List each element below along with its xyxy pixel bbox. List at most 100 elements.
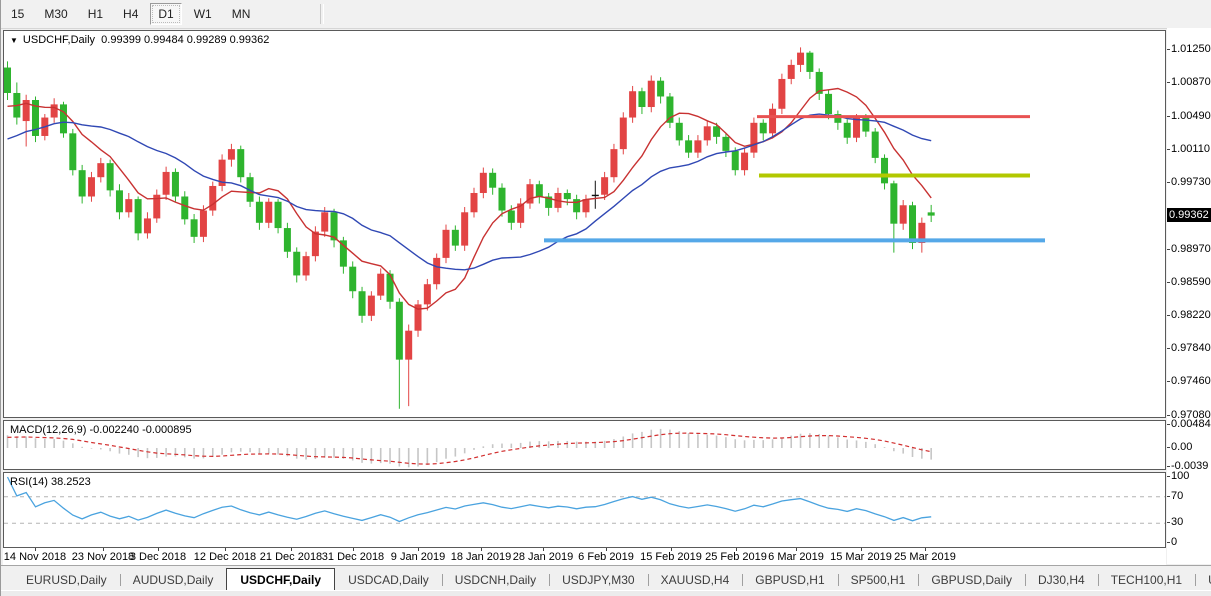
- candle: [209, 181, 217, 216]
- price-axis-label: 0.98220: [1167, 308, 1211, 321]
- tab-usdcnh-daily[interactable]: USDCNH,Daily: [441, 570, 549, 590]
- candle: [769, 103, 777, 139]
- timeframe-button-d1[interactable]: D1: [150, 3, 182, 25]
- price-axis-label: 1.00490: [1167, 109, 1211, 122]
- candle: [274, 199, 282, 234]
- candle: [115, 184, 123, 220]
- symbol-tab-bar: EURUSD,Daily AUDUSD,Daily USDCHF,Daily USDC…: [1, 565, 1211, 590]
- price-axis-label: 0.97840: [1167, 342, 1211, 355]
- date-axis-label: 25 Mar 2019: [894, 551, 956, 563]
- candle: [50, 98, 58, 123]
- candle: [69, 128, 77, 176]
- candle: [899, 200, 907, 230]
- timeframe-button-m30[interactable]: M30: [36, 3, 75, 25]
- tab-eurusd-daily[interactable]: EURUSD,Daily: [13, 570, 120, 590]
- ma-fast: [7, 87, 932, 310]
- candle: [638, 87, 646, 115]
- tab-tech100-h1[interactable]: TECH100,H1: [1097, 570, 1195, 590]
- candle: [414, 300, 422, 337]
- candle: [834, 110, 842, 130]
- candle: [134, 196, 142, 241]
- tab-gbpusd-h1[interactable]: GBPUSD,H1: [742, 570, 837, 590]
- timeframe-button-w1[interactable]: W1: [186, 3, 220, 25]
- tab-usdchf-daily[interactable]: USDCHF,Daily: [226, 568, 336, 590]
- price-axis-label: 1.00870: [1167, 76, 1211, 89]
- candle: [367, 291, 375, 322]
- tab-usdcad-daily[interactable]: USDCAD,Daily: [335, 570, 442, 590]
- candle: [517, 198, 525, 229]
- price-axis-label: 1.00110: [1167, 143, 1210, 155]
- candle: [358, 286, 366, 323]
- candle: [78, 164, 86, 204]
- candle: [405, 324, 413, 407]
- candle: [787, 59, 795, 85]
- chart-title: ▼ USDCHF,Daily 0.99399 0.99484 0.99289 0.…: [10, 34, 269, 46]
- tab-gbpusd-daily[interactable]: GBPUSD,Daily: [918, 570, 1025, 590]
- candle: [526, 178, 534, 209]
- candle: [881, 154, 889, 190]
- candle: [433, 253, 441, 290]
- candle: [162, 166, 170, 200]
- price-chart-panel[interactable]: ▼ USDCHF,Daily 0.99399 0.99484 0.99289 0.…: [3, 30, 1166, 418]
- macd-values: -0.002240 -0.000895: [89, 424, 192, 436]
- price-axis-label: 0.97460: [1167, 375, 1211, 388]
- date-axis[interactable]: 14 Nov 2018 23 Nov 2018 3 Dec 2018 12 Dec 2…: [3, 548, 1166, 565]
- timeframe-button-h4[interactable]: H4: [115, 3, 146, 25]
- candle: [759, 119, 767, 141]
- tab-xauusd-h4[interactable]: XAUUSD,H4: [647, 570, 743, 590]
- macd-axis-label: 0.00: [1166, 441, 1193, 453]
- candle: [377, 268, 385, 300]
- price-axis-label: 1.01250: [1167, 43, 1211, 55]
- candle: [190, 214, 198, 243]
- candle: [106, 159, 114, 197]
- candle: [843, 119, 851, 144]
- tab-dj30-h4[interactable]: DJ30,H4: [1025, 570, 1098, 590]
- macd-panel[interactable]: MACD(12,26,9) -0.002240 -0.000895: [3, 420, 1166, 470]
- candle: [255, 196, 263, 230]
- candle: [451, 225, 459, 251]
- candle: [470, 187, 478, 218]
- price-axis-label: 0.98590: [1167, 276, 1211, 289]
- rsi-axis-label: 70: [1166, 489, 1184, 502]
- candles-canvas[interactable]: [4, 31, 1165, 417]
- tab-sp500-h1[interactable]: SP500,H1: [837, 570, 919, 590]
- candle: [703, 121, 711, 146]
- candle: [778, 73, 786, 115]
- chevron-down-icon[interactable]: ▼: [10, 36, 18, 45]
- ma-slow: [7, 113, 932, 271]
- tab-ukc[interactable]: UKC: [1195, 570, 1211, 590]
- rsi-axis-label: 0: [1166, 536, 1178, 548]
- candle: [22, 94, 30, 147]
- trading-app-window: 15 M30 H1 H4 D1 W1 MN ▼ USDCHF,Daily 0.99399 0.…: [0, 0, 1211, 596]
- candle: [666, 92, 674, 129]
- candle: [302, 251, 310, 281]
- chart-ohlc-values: 0.99399 0.99484 0.99289 0.99362: [101, 34, 270, 46]
- candle: [694, 135, 702, 158]
- candle: [265, 198, 273, 229]
- candle: [657, 77, 665, 104]
- candle: [293, 247, 301, 283]
- candle: [479, 167, 487, 199]
- timeframe-button-mn[interactable]: MN: [224, 3, 259, 25]
- tab-audusd-daily[interactable]: AUDUSD,Daily: [119, 570, 227, 590]
- timeframe-button-h1[interactable]: H1: [80, 3, 111, 25]
- candle: [573, 194, 581, 220]
- candle: [722, 133, 730, 158]
- rsi-line: [6, 476, 932, 523]
- candle: [31, 96, 39, 143]
- macd-name: MACD(12,26,9): [10, 424, 87, 436]
- candle: [489, 168, 497, 195]
- rsi-value: 38.2523: [50, 476, 91, 488]
- candle: [871, 128, 879, 164]
- rsi-panel[interactable]: RSI(14) 38.2523: [3, 472, 1166, 548]
- rsi-canvas[interactable]: [4, 473, 1165, 547]
- chart-symbol-label: USDCHF,Daily: [22, 34, 96, 46]
- candle: [685, 135, 693, 158]
- candle: [750, 117, 758, 158]
- tab-usdjpy-m30[interactable]: USDJPY,M30: [549, 570, 647, 590]
- status-strip: [1, 590, 1211, 596]
- price-axis[interactable]: 0.99362 1.01250 1.00870 1.00490 1.00110 0.99…: [1166, 28, 1211, 564]
- timeframe-button-15[interactable]: 15: [3, 3, 32, 25]
- candle: [853, 114, 861, 143]
- price-axis-label: 0.99730: [1167, 176, 1211, 189]
